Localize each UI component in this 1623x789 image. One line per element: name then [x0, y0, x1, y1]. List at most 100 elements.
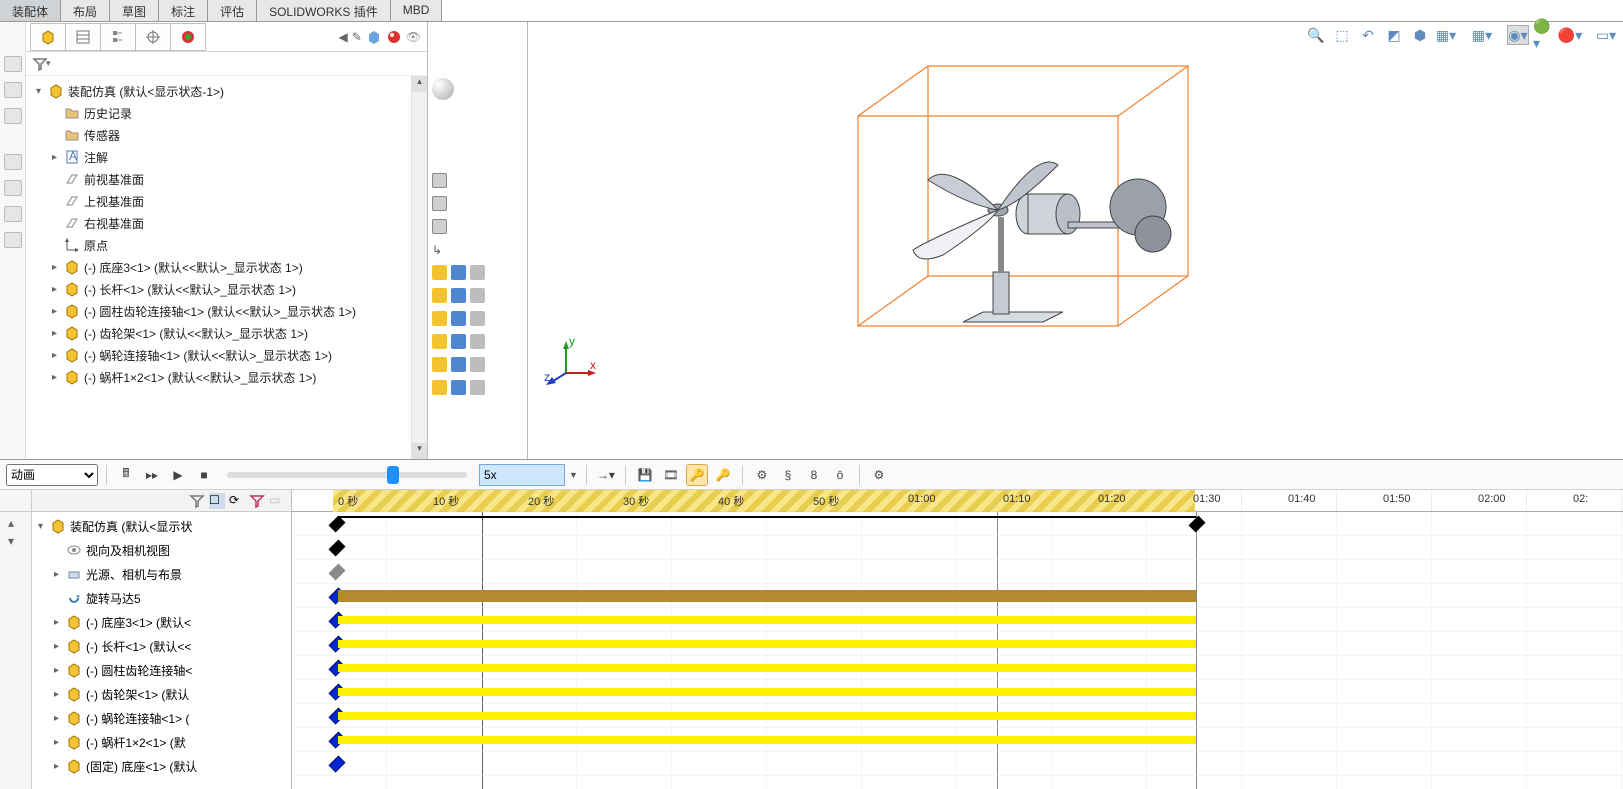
- play-icon[interactable]: ▶: [167, 464, 189, 486]
- timeline-row[interactable]: [292, 704, 1623, 728]
- display-col-icon[interactable]: [432, 288, 447, 303]
- fm-nav-cube-icon[interactable]: [366, 29, 382, 45]
- display-col-icon[interactable]: [451, 357, 466, 372]
- display-col-icon[interactable]: [432, 311, 447, 326]
- zoom-fit-icon[interactable]: 🔍: [1305, 25, 1327, 45]
- fm-tab-property[interactable]: [65, 23, 101, 51]
- strip-icon[interactable]: [4, 56, 22, 72]
- strip-icon[interactable]: [4, 180, 22, 196]
- motion-tree-item[interactable]: ▸(-) 长杆<1> (默认<<: [32, 634, 291, 658]
- motion-tree-item[interactable]: ▸光源、相机与布景: [32, 562, 291, 586]
- display-col-icon[interactable]: [432, 219, 447, 234]
- animation-wizard-icon[interactable]: 🎞: [660, 464, 682, 486]
- display-col-icon[interactable]: [470, 265, 485, 280]
- display-col-icon[interactable]: [432, 173, 447, 188]
- timeline-row[interactable]: [292, 656, 1623, 680]
- save-animation-icon[interactable]: 💾: [634, 464, 656, 486]
- fm-item[interactable]: 上视基准面: [28, 190, 427, 212]
- display-col-icon[interactable]: [451, 334, 466, 349]
- tab-evaluate[interactable]: 评估: [208, 0, 257, 21]
- section-view-icon[interactable]: ◩: [1383, 25, 1405, 45]
- apply-scene-icon[interactable]: 🟢▾: [1533, 25, 1555, 45]
- viewport-layout-icon[interactable]: ▭▾: [1595, 25, 1617, 45]
- fm-root[interactable]: ▾ 装配仿真 (默认<显示状态-1>): [28, 80, 427, 102]
- fm-item[interactable]: ▸(-) 齿轮架<1> (默认<<默认>_显示状态 1>): [28, 322, 427, 344]
- motion-tree-item[interactable]: ▸(-) 蜗轮连接轴<1> (: [32, 706, 291, 730]
- display-col-icon[interactable]: [470, 380, 485, 395]
- view-orientation-icon[interactable]: ⬢: [1409, 25, 1431, 45]
- motion-tree-item[interactable]: ▾装配仿真 (默认<显示状: [32, 514, 291, 538]
- previous-view-icon[interactable]: ↶: [1357, 25, 1379, 45]
- motion-tree-item[interactable]: ▸(固定) 底座<1> (默认: [32, 754, 291, 778]
- fm-item[interactable]: ▸(-) 底座3<1> (默认<<默认>_显示状态 1>): [28, 256, 427, 278]
- tab-sketch[interactable]: 草图: [110, 0, 159, 21]
- display-col-icon[interactable]: [432, 380, 447, 395]
- appearance-sphere-icon[interactable]: [432, 78, 454, 100]
- tab-addins[interactable]: SOLIDWORKS 插件: [257, 0, 391, 21]
- display-col-icon[interactable]: [432, 265, 447, 280]
- strip-icon[interactable]: [4, 206, 22, 222]
- display-style-icon[interactable]: ▦▾: [1435, 25, 1457, 45]
- motion-tree-item[interactable]: ▸(-) 蜗杆1×2<1> (默: [32, 730, 291, 754]
- keyframe[interactable]: [329, 564, 346, 581]
- add-key-icon[interactable]: 🔑: [712, 464, 734, 486]
- graphics-viewport[interactable]: 🔍 ⬚ ↶ ◩ ⬢ ▦▾ ▦▾ ◉▾ 🟢▾ 🔴▾ ▭▾: [528, 22, 1623, 459]
- play-from-start-icon[interactable]: ▸▸: [141, 464, 163, 486]
- expand-all-icon[interactable]: ▾: [0, 534, 31, 548]
- playback-spe-input[interactable]: [479, 464, 565, 486]
- view-settings-icon[interactable]: 🔴▾: [1559, 25, 1581, 45]
- motion-tree-item[interactable]: ▸(-) 圆柱齿轮连接轴<: [32, 658, 291, 682]
- display-col-icon[interactable]: [470, 334, 485, 349]
- motor-icon[interactable]: ⚙: [751, 464, 773, 486]
- keyframe[interactable]: [329, 516, 346, 533]
- gravity-icon[interactable]: ō: [829, 464, 851, 486]
- fm-tab-config[interactable]: [100, 23, 136, 51]
- fm-item[interactable]: 右视基准面: [28, 212, 427, 234]
- fm-item[interactable]: 传感器: [28, 124, 427, 146]
- motion-tree-item[interactable]: 旋转马达5: [32, 586, 291, 610]
- motion-hdr-icon[interactable]: ⟳: [229, 493, 245, 509]
- tab-annotate[interactable]: 标注: [159, 0, 208, 21]
- playback-slider[interactable]: [227, 472, 467, 478]
- motion-tree-item[interactable]: 视向及相机视图: [32, 538, 291, 562]
- display-col-icon[interactable]: [470, 288, 485, 303]
- display-col-icon[interactable]: [451, 380, 466, 395]
- timeline-row[interactable]: [292, 536, 1623, 560]
- playback-thumb[interactable]: [387, 466, 399, 484]
- contact-icon[interactable]: 8: [803, 464, 825, 486]
- strip-icon[interactable]: [4, 154, 22, 170]
- motion-hdr-icon[interactable]: ▭: [269, 493, 285, 509]
- autokey-icon[interactable]: 🔑: [686, 464, 708, 486]
- funnel-icon[interactable]: [249, 493, 265, 509]
- collapse-all-icon[interactable]: ▴: [0, 512, 31, 534]
- strip-icon[interactable]: [4, 82, 22, 98]
- zoom-area-icon[interactable]: ⬚: [1331, 25, 1353, 45]
- display-col-icon[interactable]: [432, 334, 447, 349]
- fm-tab-tree[interactable]: [30, 23, 66, 51]
- display-col-icon[interactable]: [451, 288, 466, 303]
- display-col-icon[interactable]: [470, 357, 485, 372]
- fm-item[interactable]: ▸(-) 蜗杆1×2<1> (默认<<默认>_显示状态 1>): [28, 366, 427, 388]
- calculate-icon[interactable]: 🖩: [115, 464, 137, 486]
- time-ruler[interactable]: 0 秒10 秒20 秒30 秒40 秒50 秒01:0001:1001:2001…: [292, 490, 1623, 512]
- study-type-select[interactable]: 动画: [6, 464, 98, 486]
- tab-mbd[interactable]: MBD: [391, 0, 443, 21]
- spring-icon[interactable]: §: [777, 464, 799, 486]
- strip-icon[interactable]: [4, 232, 22, 248]
- tab-assembly[interactable]: 装配体: [0, 0, 61, 21]
- fm-filter-bar[interactable]: ▾: [26, 52, 427, 76]
- timeline-row[interactable]: [292, 632, 1623, 656]
- display-col-icon[interactable]: [432, 357, 447, 372]
- fm-tab-dimxpert[interactable]: [135, 23, 171, 51]
- fm-scrollbar[interactable]: ▴ ▾: [411, 76, 427, 459]
- timeline-row[interactable]: [292, 680, 1623, 704]
- fm-item[interactable]: 历史记录: [28, 102, 427, 124]
- fm-nav-back[interactable]: ◀: [338, 30, 347, 44]
- fm-item[interactable]: 原点: [28, 234, 427, 256]
- fm-item[interactable]: ▸A注解: [28, 146, 427, 168]
- playback-mode-icon[interactable]: →▾: [595, 464, 617, 486]
- fm-item[interactable]: ▸(-) 蜗轮连接轴<1> (默认<<默认>_显示状态 1>): [28, 344, 427, 366]
- funnel-icon[interactable]: [189, 493, 205, 509]
- timeline-row[interactable]: [292, 728, 1623, 752]
- fm-item[interactable]: ▸(-) 长杆<1> (默认<<默认>_显示状态 1>): [28, 278, 427, 300]
